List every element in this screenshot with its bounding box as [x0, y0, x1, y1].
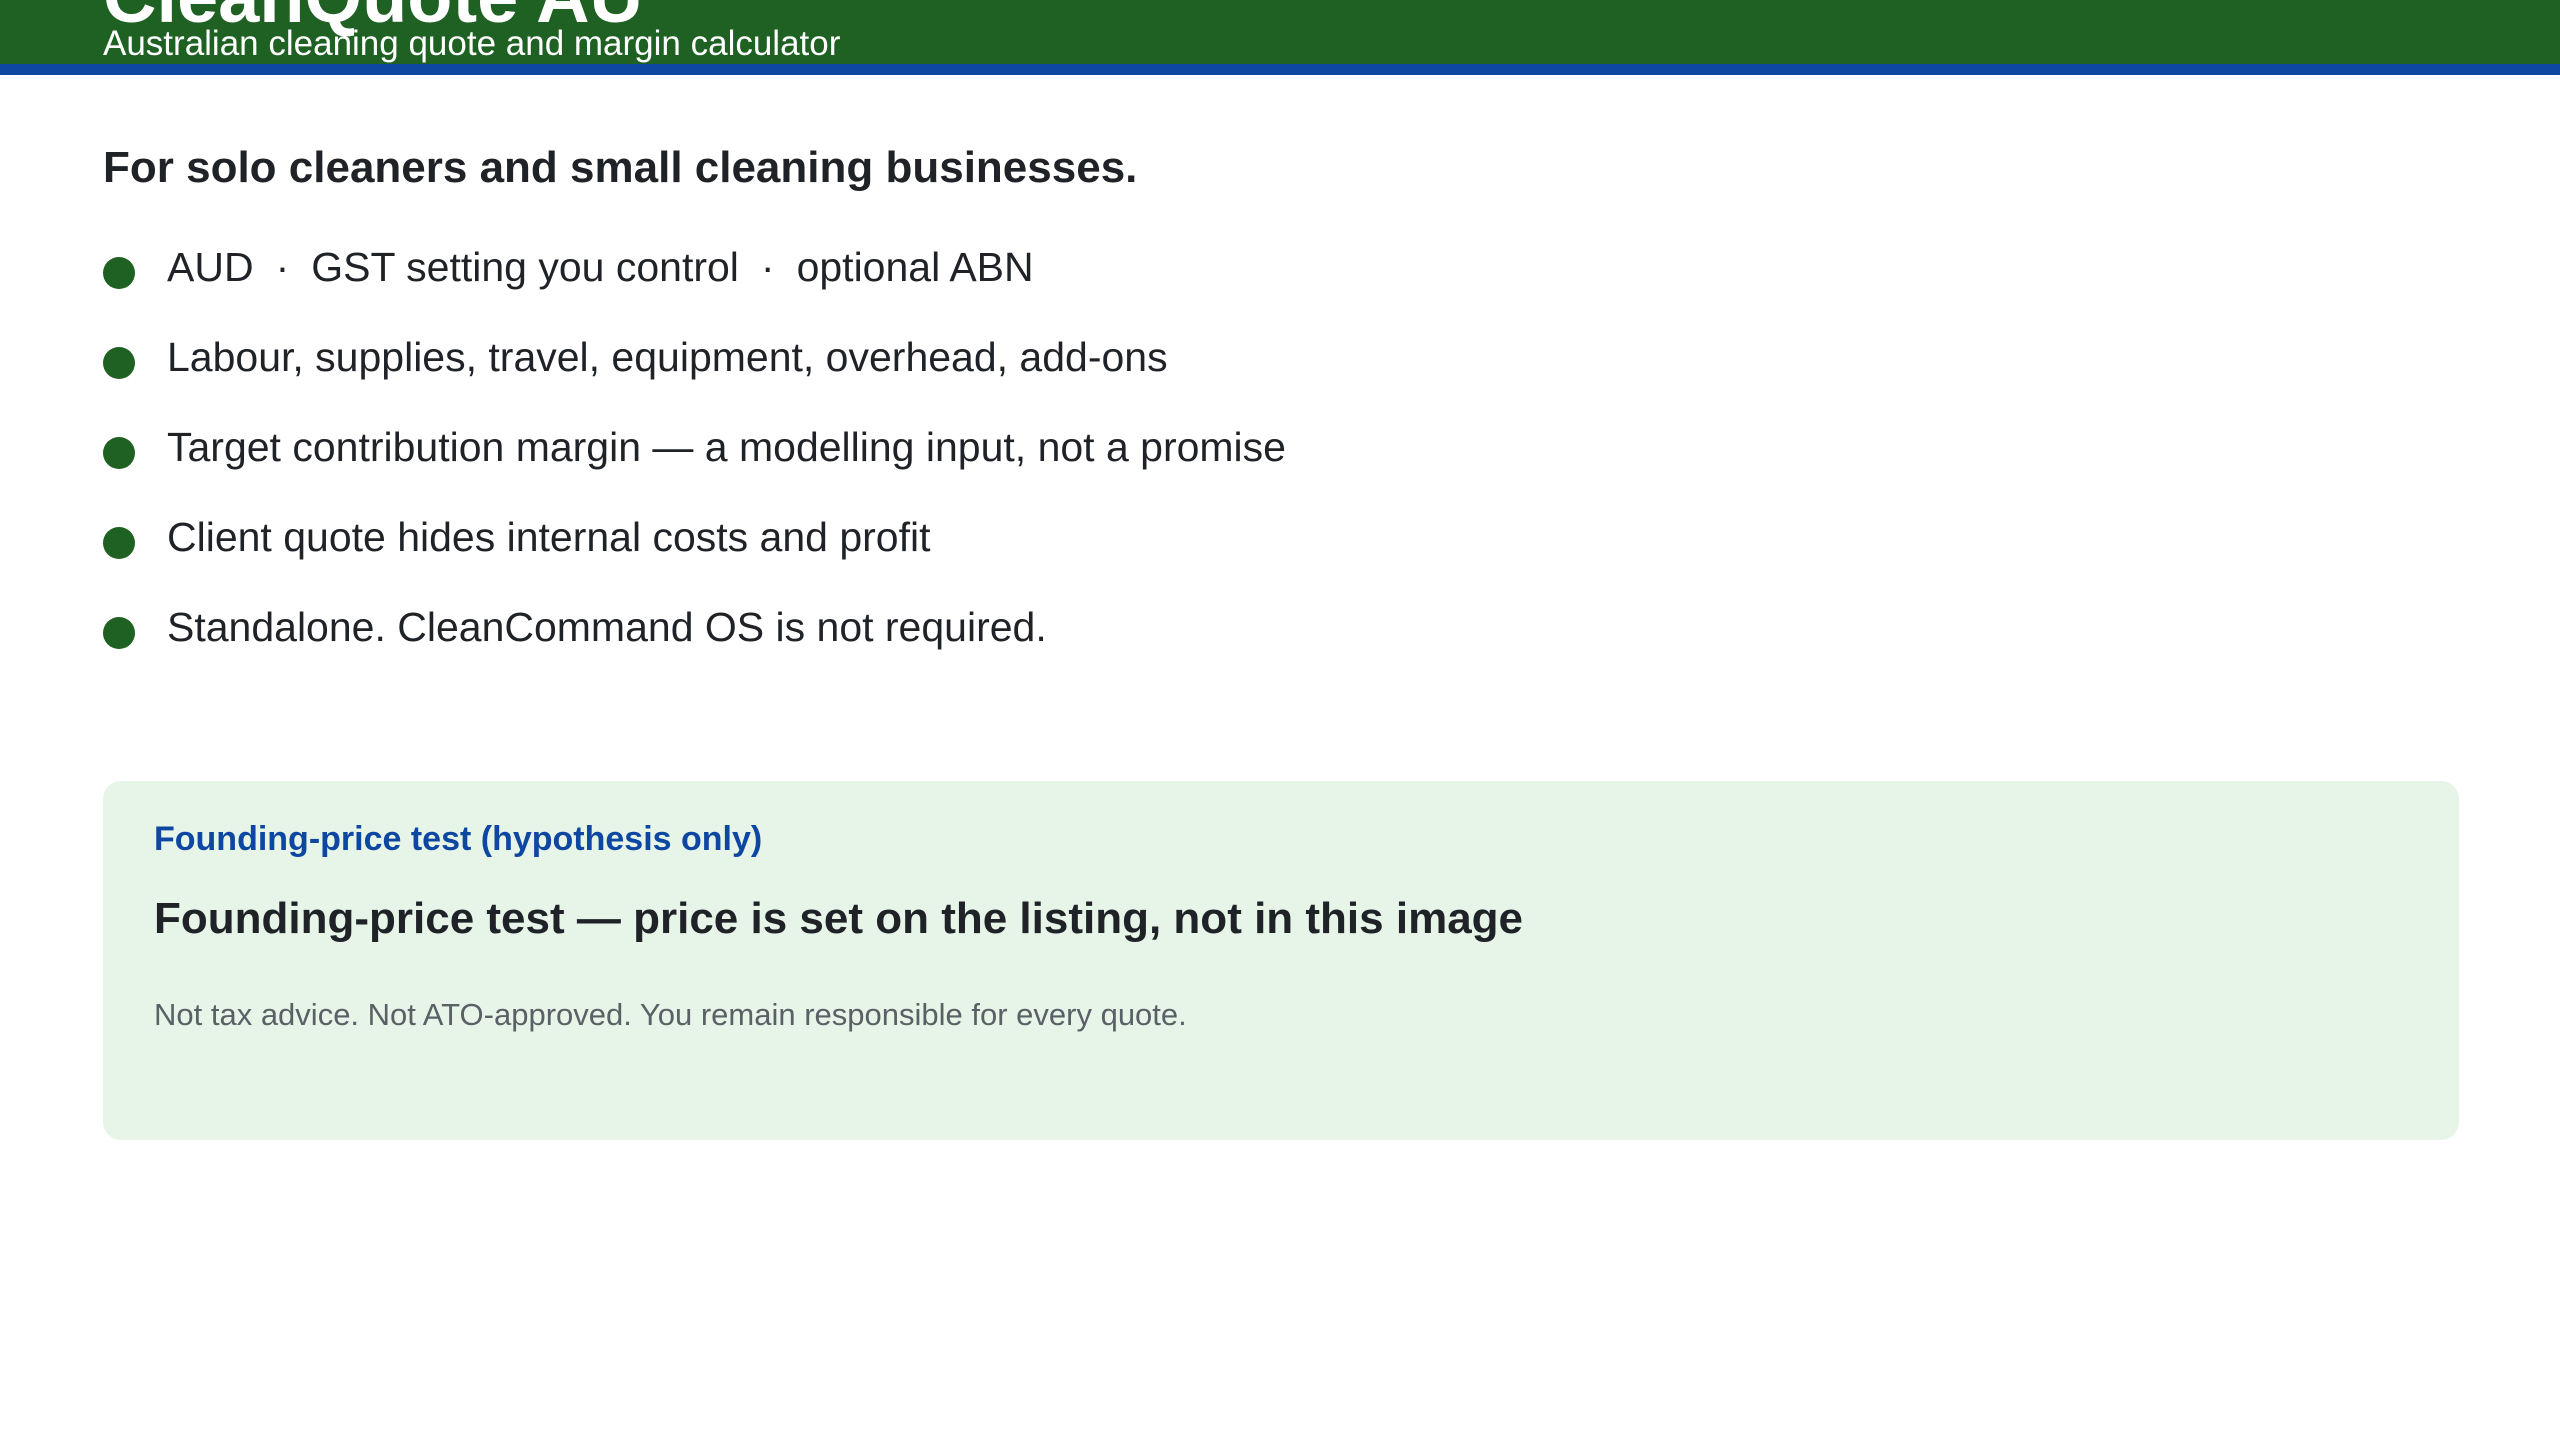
feature-text: Standalone. CleanCommand OS is not requi… [167, 604, 1047, 650]
app-subtitle: Australian cleaning quote and margin cal… [103, 24, 841, 63]
disclaimer-text: Not tax advice. Not ATO-approved. You re… [154, 997, 1187, 1032]
separator-dot: · [275, 244, 290, 290]
feature-item-target-margin: Target contribution margin — a modelling… [103, 415, 1286, 505]
audience-headline: For solo cleaners and small cleaning bus… [103, 143, 1138, 192]
header-accent-stripe [0, 64, 2560, 75]
callout-title: Founding-price test — price is set on th… [154, 894, 1524, 943]
feature-text: Labour, supplies, travel, equipment, ove… [167, 334, 1168, 380]
feature-currency: AUD [167, 244, 254, 290]
separator-dot: · [760, 244, 775, 290]
bullet-dot-icon [103, 347, 135, 379]
feature-list: AUD · GST setting you control · optional ABN… [103, 235, 1286, 685]
feature-text: Client quote hides internal costs and pr… [167, 514, 931, 560]
feature-text: AUD · GST setting you control · optional ABN [167, 244, 1034, 290]
bullet-dot-icon [103, 437, 135, 469]
feature-item-currency-gst-abn: AUD · GST setting you control · optional ABN [103, 235, 1286, 325]
founding-price-callout: Founding-price test (hypothesis only) Fo… [103, 781, 2459, 1140]
feature-abn: optional ABN [796, 244, 1034, 290]
bullet-dot-icon [103, 527, 135, 559]
feature-item-cost-inputs: Labour, supplies, travel, equipment, ove… [103, 325, 1286, 415]
feature-text: Target contribution margin — a modelling… [167, 424, 1286, 470]
callout-eyebrow: Founding-price test (hypothesis only) [154, 820, 763, 858]
feature-item-client-quote: Client quote hides internal costs and pr… [103, 505, 1286, 595]
bullet-dot-icon [103, 257, 135, 289]
feature-gst: GST setting you control [311, 244, 739, 290]
bullet-dot-icon [103, 617, 135, 649]
app-header: CleanQuote AU Australian cleaning quote … [0, 0, 2560, 64]
feature-item-standalone: Standalone. CleanCommand OS is not requi… [103, 595, 1286, 685]
